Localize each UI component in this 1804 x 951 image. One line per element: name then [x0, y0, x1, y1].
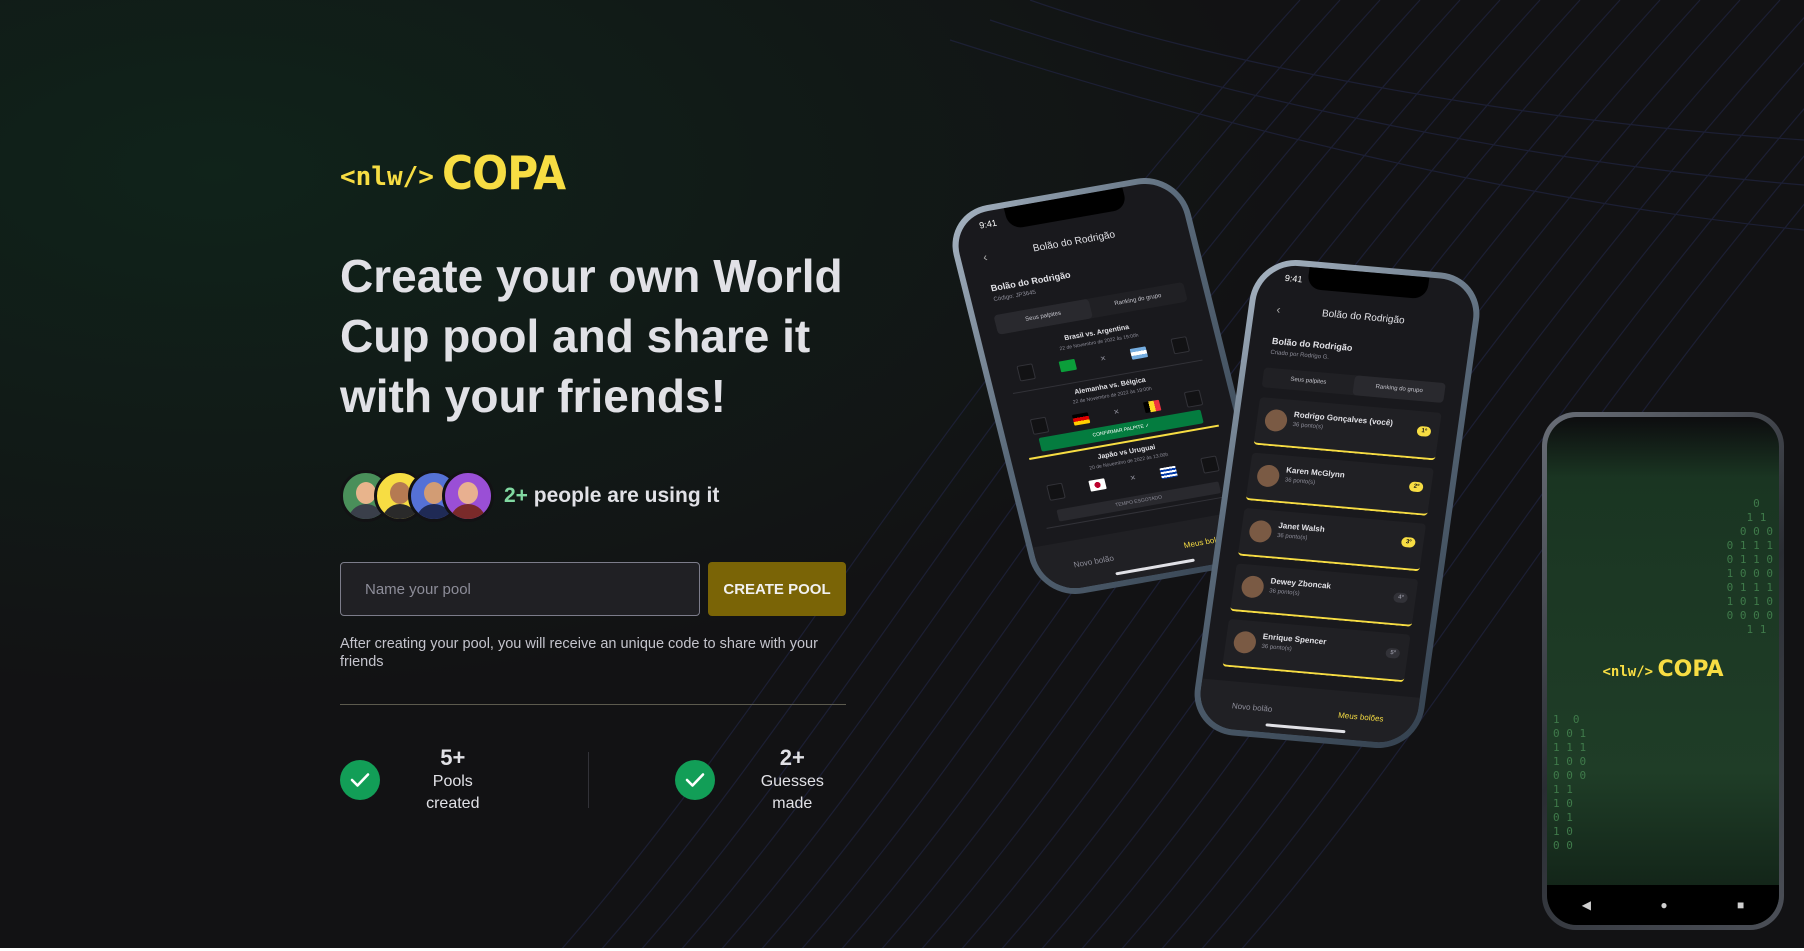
create-pool-button[interactable]: CREATE POOL [708, 562, 846, 616]
screen-tabs: Seus palpites Ranking do grupo [1261, 367, 1446, 404]
logo: <nlw/> COPA [340, 150, 850, 196]
ranking-item: Janet Walsh 36 ponto(s) 3º [1237, 507, 1427, 572]
users-row: 2+ people are using it [340, 470, 850, 522]
ranking-item: Karen McGlynn 36 ponto(s) 2º [1245, 452, 1434, 516]
ranking-item: Enrique Spencer 36 ponto(s) 5º [1222, 618, 1411, 683]
japan-flag-icon [1087, 477, 1107, 492]
background-lines [559, 0, 1804, 951]
logo-prefix: <nlw/> [340, 162, 434, 192]
splash-logo-name: COPA [1657, 657, 1724, 682]
tab-guesses: Seus palpites [1289, 376, 1327, 386]
brazil-flag-icon [1057, 358, 1077, 372]
ranking-item: Dewey Zboncak 36 ponto(s) 4º [1230, 563, 1419, 627]
stat-pools: 5+ Pools created [340, 745, 502, 815]
stats-row: 5+ Pools created 2+ Guesses made [340, 745, 846, 815]
splash-logo-prefix: <nlw/> [1602, 664, 1654, 680]
stat-value: 2+ [779, 745, 805, 770]
logo-name: COPA [441, 146, 566, 200]
stats-separator [587, 752, 589, 808]
phone-mockup-splash: 0 1 1 0 0 0 0 1 1 1 0 1 1 0 1 0 0 0 0 1 … [1542, 412, 1784, 930]
uruguay-flag-icon [1159, 465, 1179, 479]
check-icon [340, 760, 380, 800]
games-list: Brasil vs. Argentina 22 de Novembro de 2… [999, 307, 1237, 529]
ranking-list: Rodrigo Gonçalves (você) 36 ponto(s) 1º Ka… [1221, 397, 1442, 690]
nav-new-pool: Novo bolão [1072, 553, 1115, 569]
stat-label: Pools created [426, 773, 480, 812]
divider [340, 704, 846, 705]
avatar-group [340, 470, 498, 522]
nav-my-pools: Meus bolões [1337, 710, 1385, 724]
back-triangle-icon: ◀ [1581, 898, 1591, 912]
binary-decoration: 0 1 1 0 0 0 0 1 1 1 0 1 1 0 1 0 0 0 0 1 … [1726, 497, 1773, 636]
check-icon [674, 760, 715, 800]
avatar [442, 470, 494, 522]
form-hint: After creating your pool, you will recei… [340, 636, 818, 670]
splash-logo: <nlw/> COPA [1547, 657, 1779, 682]
binary-decoration: 1 0 0 0 1 1 1 1 1 0 0 0 0 0 1 1 1 0 0 1 … [1553, 713, 1587, 852]
ranking-item: Rodrigo Gonçalves (você) 36 ponto(s) 1º [1253, 397, 1442, 461]
stat-label: Guesses made [760, 773, 824, 812]
status-time: 9:41 [1284, 272, 1304, 285]
germany-flag-icon [1071, 411, 1090, 426]
android-nav-bar: ◀ ● ■ [1547, 885, 1779, 925]
nav-new-pool: Novo bolão [1231, 700, 1274, 714]
recents-square-icon: ■ [1737, 898, 1745, 912]
argentina-flag-icon [1130, 345, 1149, 360]
pool-name-input[interactable] [340, 562, 700, 616]
screen-title: Bolão do Rodrigão [1321, 308, 1406, 327]
status-time: 9:41 [978, 217, 998, 231]
users-count-text: 2+ people are using it [504, 484, 719, 508]
stat-value: 5+ [440, 745, 466, 770]
belgium-flag-icon [1143, 399, 1162, 413]
create-pool-form: CREATE POOL [340, 562, 850, 616]
tab-ranking: Ranking do grupo [1352, 375, 1446, 404]
pool-creator: Criado por Rodrigo G. [1269, 349, 1330, 361]
page-title: Create your own World Cup pool and share… [340, 250, 843, 422]
hero-section: <nlw/> COPA Create your own World Cup po… [340, 150, 850, 815]
home-circle-icon: ● [1660, 898, 1668, 912]
users-label: people are using it [527, 484, 720, 507]
stat-guesses: 2+ Guesses made [674, 745, 846, 815]
phone-notch [1306, 267, 1430, 300]
users-count: 2+ [504, 484, 528, 507]
